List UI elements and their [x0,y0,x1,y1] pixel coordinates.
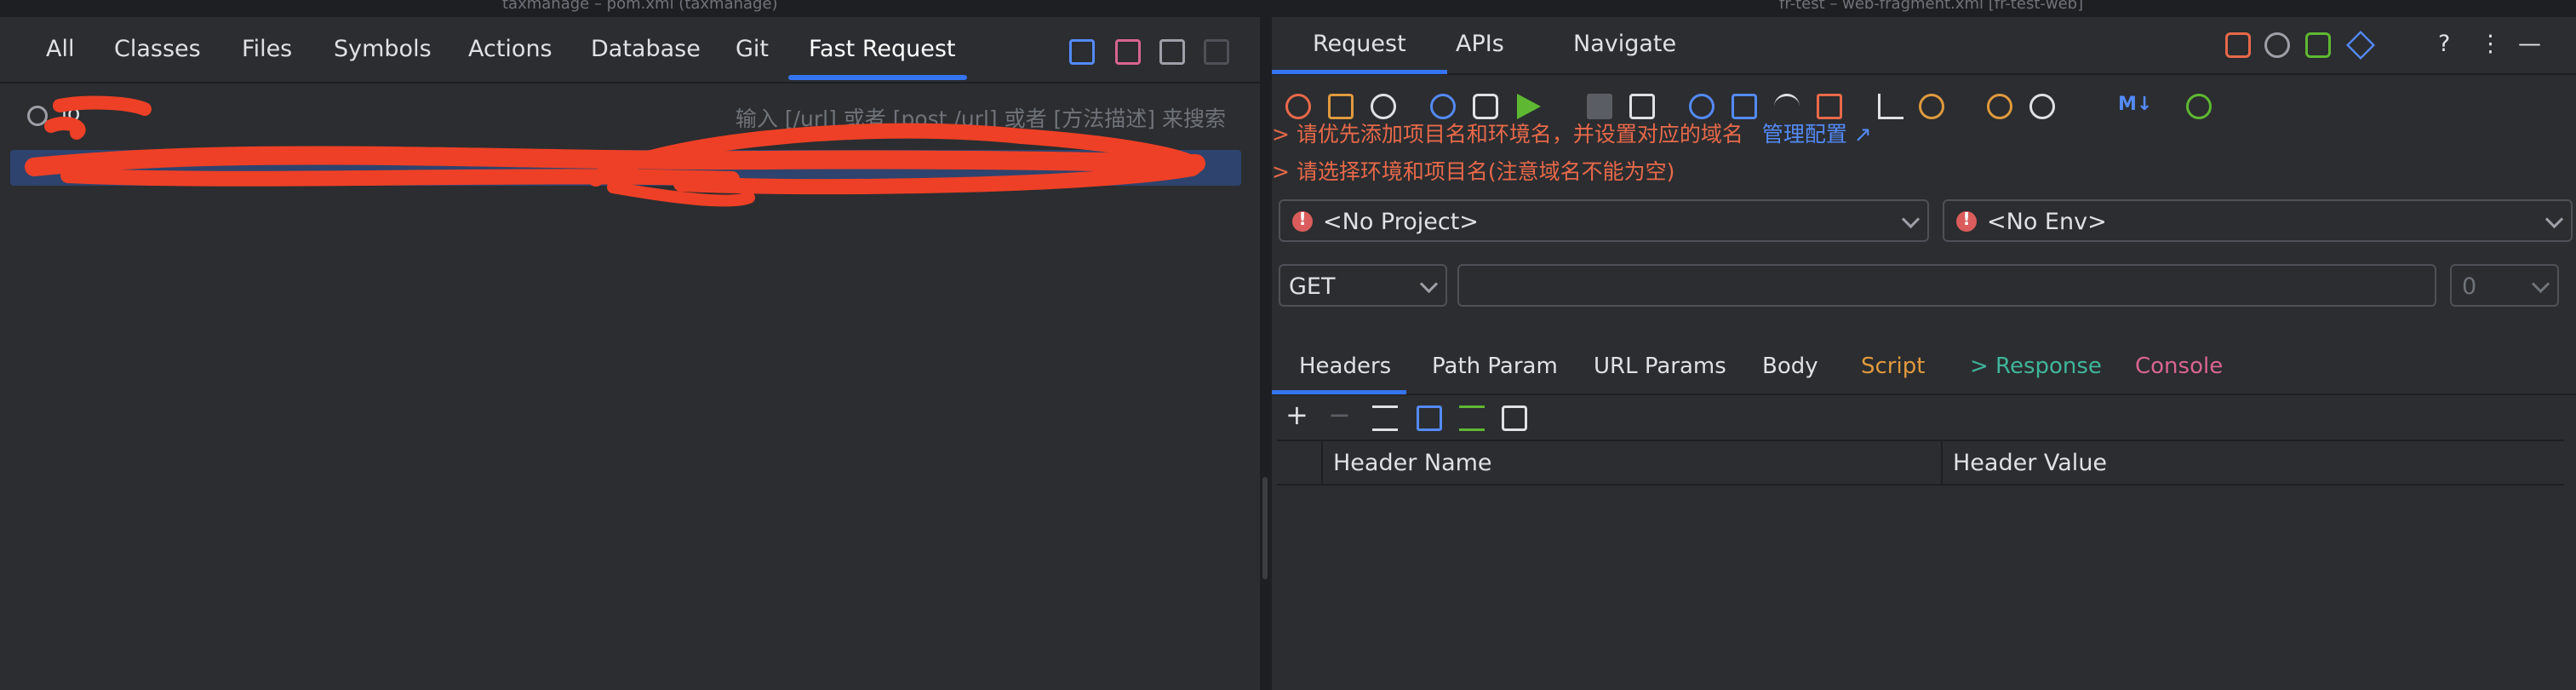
env-warning: > 请选择环境和项目名(注意域名不能为空) [1272,159,1675,184]
find-icon[interactable] [1430,94,1456,119]
more-icon[interactable]: ⋮ [2479,31,2502,57]
link-icon[interactable] [1919,94,1944,119]
count-select[interactable]: 0 [2450,264,2559,307]
error-icon [1956,209,1977,232]
column-separator [1941,441,1943,484]
send-icon[interactable] [1517,94,1541,119]
subtab-response[interactable]: > Response [1970,354,2102,379]
sync-icon[interactable] [1371,94,1396,119]
subtab-divider [1272,394,2576,395]
pane-divider[interactable] [1260,17,1272,690]
remove-icon[interactable]: − [1328,399,1351,431]
window-title-strip: taxmanage – pom.xml (taxmanage) fr-test … [0,0,2576,17]
fast-request-window: Request APIs Navigate ? ⋮ — M↓ > 请优先添加项目… [1272,17,2576,690]
column-separator [1321,441,1323,484]
subtab-path-param[interactable]: Path Param [1432,354,1558,379]
subtab-console[interactable]: Console [2135,354,2223,379]
tab-apis[interactable]: APIs [1456,31,1504,57]
redo-icon[interactable] [1774,94,1800,119]
gear-icon[interactable] [2264,32,2290,58]
chevron-down-icon [2545,210,2564,229]
subtab-body[interactable]: Body [1762,354,1818,379]
chevron-down-icon [1901,210,1921,229]
subtab-url-params[interactable]: URL Params [1594,354,1726,379]
project-select[interactable]: <No Project> [1279,199,1929,242]
coffee-icon[interactable] [2225,32,2251,58]
column-header-value[interactable]: Header Value [1953,450,2107,476]
list-icon[interactable] [1459,405,1485,431]
import-icon[interactable] [1878,94,1903,119]
redaction-scribble [25,95,1205,207]
fast-request-tabs: Request APIs Navigate ? ⋮ — [1272,17,2576,75]
bulk-edit-icon[interactable] [1372,405,1398,431]
headers-table: Header Name Header Value [1277,440,2564,486]
record-icon[interactable] [1285,94,1311,119]
header-icon[interactable] [1417,405,1442,431]
right-window-title: fr-test – web-fragment.xml [fr-test-web] [1779,0,2084,13]
chevron-down-icon [2531,274,2550,294]
power-icon[interactable] [2186,94,2212,119]
refresh-icon[interactable] [2305,32,2331,58]
subtab-headers[interactable]: Headers [1299,354,1391,379]
error-icon [1292,209,1313,232]
minimize-icon[interactable]: — [2518,31,2541,57]
method-select[interactable]: GET [1279,264,1447,307]
lock-icon[interactable] [1502,405,1527,431]
settings-icon[interactable] [1328,94,1354,119]
env-select[interactable]: <No Env> [1943,199,2573,242]
save-icon[interactable] [1629,94,1655,119]
chevron-down-icon [1419,274,1439,294]
divider-handle[interactable] [1262,477,1268,579]
target-icon[interactable] [1689,94,1714,119]
add-icon[interactable]: + [1285,399,1308,431]
delete-icon[interactable] [1817,94,1842,119]
config-warning: > 请优先添加项目名和环境名，并设置对应的域名 管理配置 ↗ [1272,122,1872,147]
tab-request[interactable]: Request [1313,31,1406,57]
search-everywhere-popup: All Classes Files Symbols Actions Databa… [0,17,1260,690]
active-tab-indicator [1272,70,1447,74]
layers-icon[interactable] [2346,31,2375,60]
column-header-name[interactable]: Header Name [1333,450,1492,476]
manage-config-link[interactable]: 管理配置 ↗ [1762,122,1872,147]
api-icon[interactable] [1473,94,1498,119]
active-subtab-indicator [1272,390,1406,394]
help-icon[interactable]: ? [2438,31,2450,57]
config-icon[interactable] [2029,94,2055,119]
tab-navigate[interactable]: Navigate [1573,31,1676,57]
left-window-title: taxmanage – pom.xml (taxmanage) [502,0,778,13]
markdown-icon[interactable]: M↓ [2118,94,2152,119]
history-icon[interactable] [1987,94,2012,119]
stop-icon[interactable] [1587,94,1612,119]
subtab-script[interactable]: Script [1861,354,1925,379]
copy-icon[interactable] [1732,94,1757,119]
url-input[interactable] [1457,264,2436,307]
